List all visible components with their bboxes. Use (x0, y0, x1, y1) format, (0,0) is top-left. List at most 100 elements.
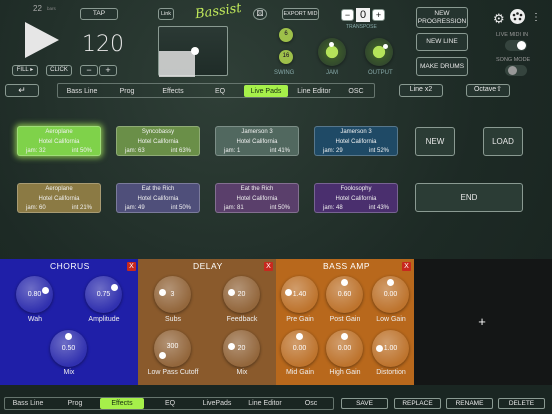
bass-amp-close-button[interactable]: X (402, 262, 411, 271)
xy-pad[interactable] (158, 26, 228, 77)
delay-title: DELAY (193, 261, 223, 271)
midi-icon[interactable] (510, 9, 525, 24)
tab-prog[interactable]: Prog (108, 85, 146, 97)
tab-effects[interactable]: Effects (150, 85, 196, 97)
save-button[interactable]: SAVE (341, 398, 388, 409)
pad-intensity: int 43% (368, 205, 389, 211)
pad-jam: jam: 1 (224, 148, 241, 154)
bottom-tab-prog[interactable]: Prog (54, 398, 96, 409)
help-icon[interactable]: ⋮ (531, 12, 541, 23)
add-effect-button[interactable]: + (474, 314, 490, 330)
amp-high-gain-knob[interactable]: 0.00 (326, 330, 363, 367)
new-line-button[interactable]: NEW LINE (416, 33, 468, 51)
output-knob[interactable] (365, 38, 393, 66)
song-mode-toggle[interactable] (505, 65, 527, 76)
load-pad-button[interactable]: LOAD (483, 127, 523, 156)
click-button[interactable]: CLICK (46, 65, 72, 76)
new-progression-button[interactable]: NEW PROGRESSION (416, 7, 468, 28)
jam-knob[interactable] (318, 38, 346, 66)
octave-button[interactable]: Octave⇧ (466, 84, 510, 97)
new-pad-button[interactable]: NEW (415, 127, 455, 156)
live-pad[interactable]: Eat the Rich Hotel California jam: 81 int 5… (215, 183, 299, 213)
live-pad[interactable]: Foolosophy Hotel California jam: 48 int 43% (314, 183, 398, 213)
bass-amp-panel: BASS AMP X 1.40 Pre Gain 0.60 Post Gain … (276, 259, 414, 385)
make-drums-button[interactable]: MAKE DRUMS (416, 57, 468, 76)
tab-eq[interactable]: EQ (200, 85, 240, 97)
amp-mid-gain-knob[interactable]: 0.00 (281, 330, 318, 367)
tab-osc[interactable]: OSC (338, 85, 374, 97)
pad-title: Eat the Rich (240, 186, 274, 192)
pad-intensity: int 50% (269, 205, 290, 211)
pad-title: Foolosophy (340, 186, 372, 192)
amp-post-gain-knob[interactable]: 0.60 (326, 276, 363, 313)
chorus-mix-knob[interactable]: 0.50 (50, 330, 87, 367)
export-midi-button[interactable]: EXPORT MID (282, 8, 319, 20)
live-pad[interactable]: Jamerson 3 Hotel California jam: 29 int 52% (314, 126, 398, 156)
delay-lowpass-label: Low Pass Cutoff (147, 369, 199, 376)
pad-song: Hotel California (137, 196, 179, 202)
play-button[interactable] (22, 20, 62, 60)
bottom-tab-bass-line[interactable]: Bass Line (6, 398, 50, 409)
live-midi-label: LIVE MIDI IN (496, 32, 529, 38)
end-pad-button[interactable]: END (415, 183, 523, 212)
live-pad[interactable]: Aeroplane Hotel California jam: 60 int 21% (17, 183, 101, 213)
chorus-close-button[interactable]: X (127, 262, 136, 271)
chorus-amplitude-knob[interactable]: 0.75 (85, 276, 122, 313)
tab-live-pads[interactable]: Live Pads (244, 85, 288, 97)
pad-intensity: int 52% (368, 148, 389, 154)
bottom-tab-osc[interactable]: Osc (290, 398, 332, 409)
transpose-up-button[interactable]: + (372, 9, 385, 21)
pad-title: Aeroplane (45, 129, 73, 135)
delay-feedback-knob[interactable]: 20 (223, 276, 260, 313)
tab-bass-line[interactable]: Bass Line (60, 85, 104, 97)
line-x2-button[interactable]: Line x2 (399, 84, 443, 97)
pad-jam: jam: 60 (26, 205, 46, 211)
live-midi-toggle[interactable] (505, 40, 527, 51)
delay-panel: DELAY X 3 Subs 20 Feedback 300 Low Pass … (138, 259, 276, 385)
bottom-tab-effects[interactable]: Effects (100, 398, 144, 409)
pad-jam: jam: 29 (323, 148, 343, 154)
bottom-tab-line-editor[interactable]: Line Editor (242, 398, 288, 409)
settings-icon[interactable]: ⚙ (493, 11, 505, 27)
bar-count: 22 (33, 4, 42, 13)
live-pad[interactable]: Syncobassy Hotel California jam: 63 int 63% (116, 126, 200, 156)
chorus-amplitude-label: Amplitude (88, 316, 120, 323)
logo: Bassist (194, 0, 243, 23)
delay-subs-label: Subs (165, 316, 181, 323)
swing-label: SWING (274, 70, 295, 76)
bottom-tab-livepads[interactable]: LivePads (194, 398, 240, 409)
delay-subs-knob[interactable]: 3 (154, 276, 191, 313)
live-pad[interactable]: Jamerson 3 Hotel California jam: 1 int 41% (215, 126, 299, 156)
tab-line-editor[interactable]: Line Editor (292, 85, 336, 97)
tempo-decrease-button[interactable]: − (80, 65, 98, 76)
dice-button[interactable]: ⚄ (253, 8, 267, 20)
transpose-down-button[interactable]: − (341, 9, 354, 21)
tap-button[interactable]: TAP (80, 8, 118, 20)
amp-pre-gain-knob[interactable]: 1.40 (281, 276, 318, 313)
delete-button[interactable]: DELETE (498, 398, 545, 409)
enter-button[interactable]: ↵ (5, 84, 39, 97)
pad-intensity: int 41% (269, 148, 290, 154)
swing-top-knob[interactable]: 6 (279, 28, 293, 42)
link-button[interactable]: Link (158, 8, 174, 20)
fill-button[interactable]: FILL ▸ (12, 65, 38, 76)
delay-lowpass-knob[interactable]: 300 (154, 330, 191, 367)
bass-amp-title: BASS AMP (323, 261, 370, 271)
pad-title: Jamerson 3 (340, 129, 372, 135)
bottom-tab-eq[interactable]: EQ (148, 398, 192, 409)
tempo-increase-button[interactable]: + (99, 65, 117, 76)
delay-close-button[interactable]: X (264, 262, 273, 271)
amp-distortion-knob[interactable]: 1.00 (372, 330, 409, 367)
xy-pad-handle[interactable] (191, 47, 199, 55)
output-label: OUTPUT (368, 70, 393, 76)
live-pad[interactable]: Aeroplane Hotel California jam: 32 int 50% (17, 126, 101, 156)
amp-low-gain-knob[interactable]: 0.00 (372, 276, 409, 313)
replace-button[interactable]: REPLACE (394, 398, 441, 409)
live-pad[interactable]: Eat the Rich Hotel California jam: 49 int 5… (116, 183, 200, 213)
chorus-wah-knob[interactable]: 0.80 (16, 276, 53, 313)
tempo-display[interactable]: 120 (82, 32, 124, 57)
chorus-mix-label: Mix (63, 369, 75, 376)
rename-button[interactable]: RENAME (446, 398, 493, 409)
delay-mix-knob[interactable]: 20 (223, 330, 260, 367)
swing-bottom-knob[interactable]: 16 (279, 50, 293, 64)
